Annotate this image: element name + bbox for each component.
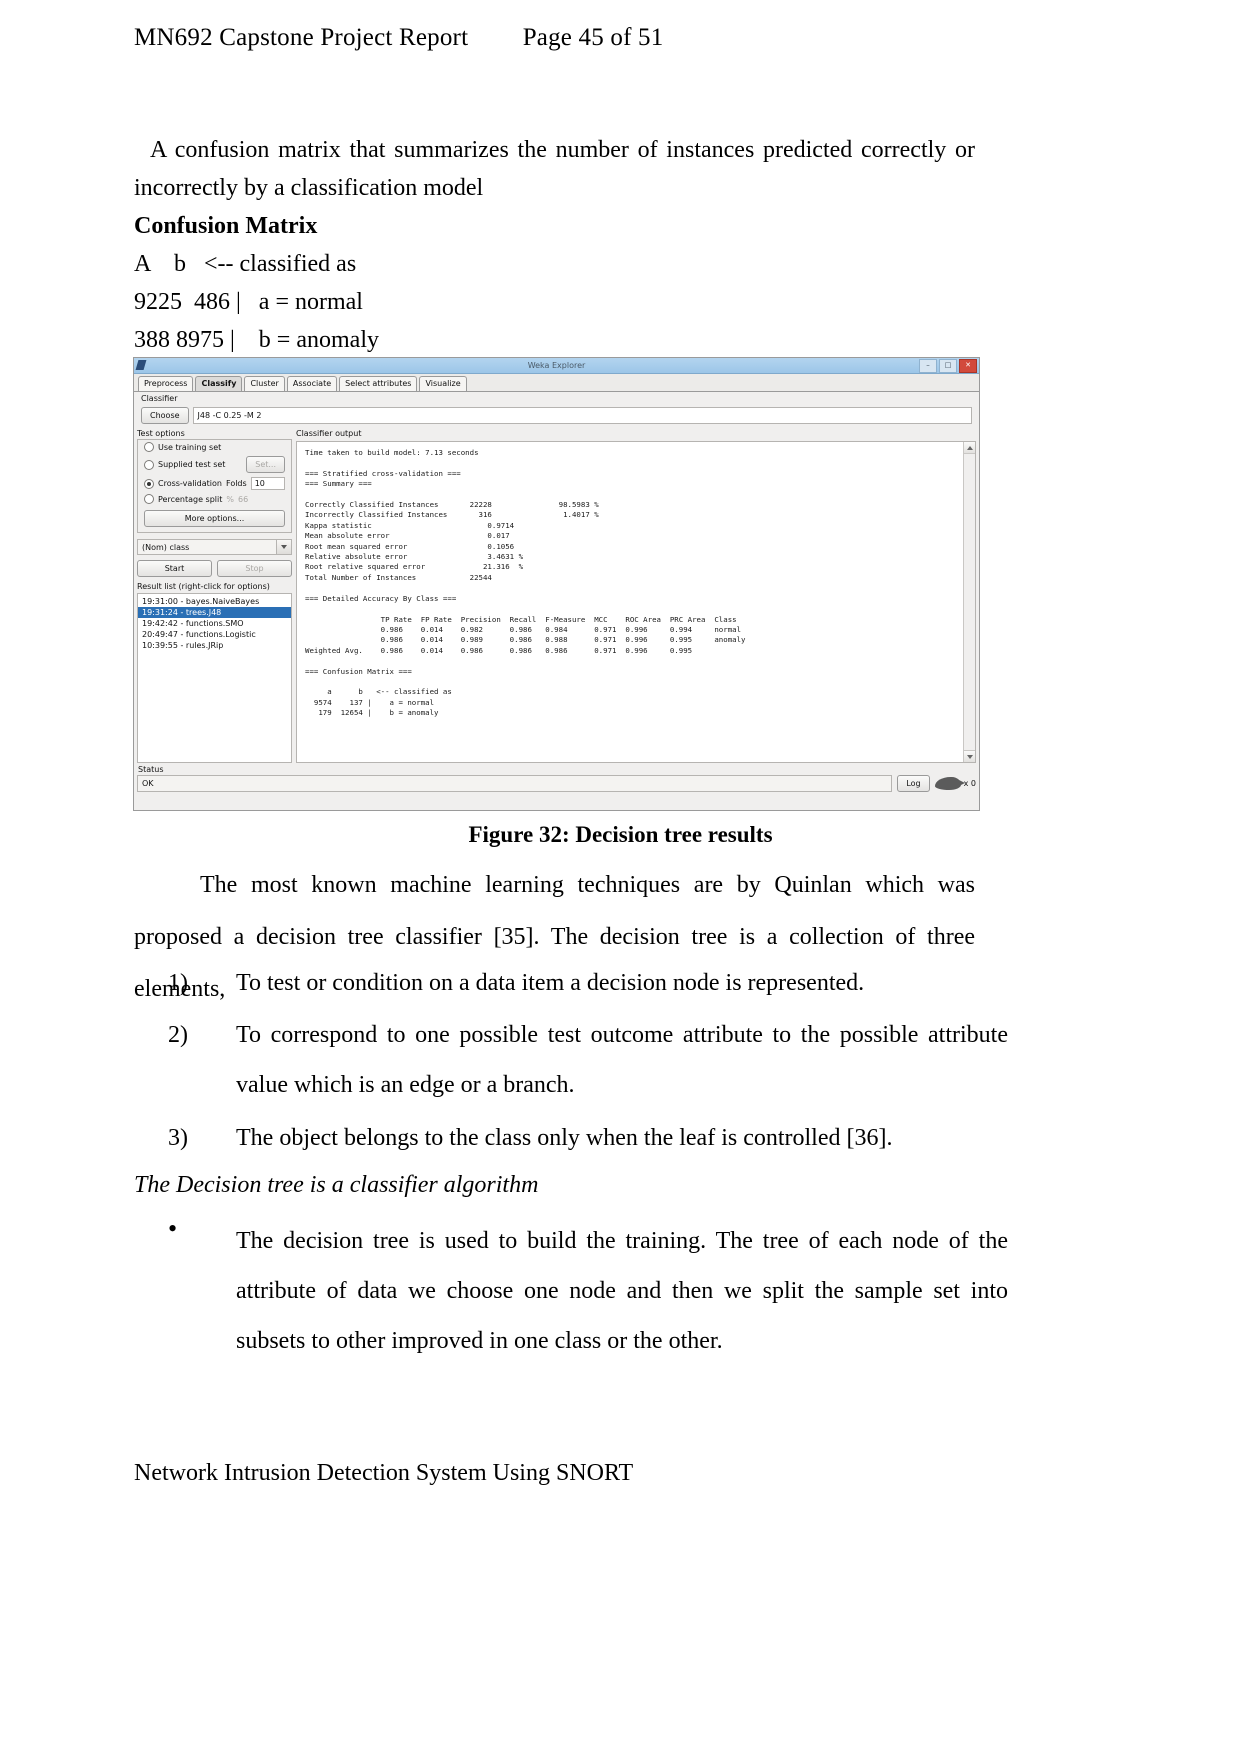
window-title: Weka Explorer [527,361,586,370]
list-item-2-number: 2) [168,1022,188,1048]
list-item-2: 2) To correspond to one possible test ou… [168,1010,1008,1110]
tab-classify[interactable]: Classify [195,376,243,391]
result-item-jrip[interactable]: 10:39:55 - rules.JRip [138,640,291,651]
bullet-item: • The decision tree is used to build the… [168,1214,1008,1366]
start-button[interactable]: Start [137,560,212,577]
weka-bird-icon [934,777,965,790]
tab-cluster[interactable]: Cluster [244,376,285,391]
option-cross-validation[interactable]: Cross-validation Folds 10 [138,475,291,492]
classifier-output-label: Classifier output [296,429,362,438]
classifier-section: Classifier Choose J48 -C 0.25 -M 2 [137,393,976,428]
classifier-choose-row[interactable]: Choose J48 -C 0.25 -M 2 [137,404,976,428]
list-item-1-number: 1) [168,970,188,996]
running-header: MN692 Capstone Project Report Page 45 of… [134,24,663,52]
label-folds: Folds [226,479,247,488]
start-stop-row[interactable]: Start Stop [137,560,292,577]
result-item-logistic[interactable]: 20:49:47 - functions.Logistic [138,629,291,640]
result-item-j48[interactable]: 19:31:24 - trees.J48 [138,607,291,618]
confusion-matrix-header-row: A b <-- classified as [134,251,357,277]
tab-select-attributes[interactable]: Select attributes [339,376,418,391]
italic-subheading: The Decision tree is a classifier algori… [134,1172,539,1198]
label-percentage-split: Percentage split [158,494,223,504]
running-task-count: x 0 [963,779,976,788]
list-item-1: 1) To test or condition on a data item a… [168,958,1008,1008]
radio-use-training-set[interactable] [144,442,154,452]
classifier-output-text: Time taken to build model: 7.13 seconds … [305,448,746,718]
report-title: MN692 Capstone Project Report [134,24,469,51]
page-number: Page 45 of 51 [522,24,664,51]
status-label: Status [138,765,164,774]
option-supplied-test-set[interactable]: Supplied test set Set... [138,454,291,475]
folds-input[interactable]: 10 [250,477,285,490]
close-icon[interactable]: ✕ [959,359,977,373]
log-button[interactable]: Log [897,775,930,792]
status-value: OK [137,775,893,792]
radio-cross-validation[interactable] [144,478,154,489]
result-list-label: Result list (right-click for options) [137,582,270,591]
output-scrollbar[interactable] [963,442,975,762]
confusion-matrix-row-a: 9225 486 | a = normal [134,289,363,315]
list-item-1-text: To test or condition on a data item a de… [236,970,865,996]
maximize-icon[interactable]: □ [939,359,957,373]
option-percentage-split[interactable]: Percentage split % 66 [138,492,291,506]
minimize-icon[interactable]: – [919,359,937,373]
list-item-3-number: 3) [168,1125,188,1151]
classifier-value-field[interactable]: J48 -C 0.25 -M 2 [192,407,972,424]
weka-bird-indicator: x 0 [934,777,976,790]
result-item-naivebayes[interactable]: 19:31:00 - bayes.NaiveBayes [138,596,291,607]
set-button[interactable]: Set... [246,456,285,473]
scroll-down-icon[interactable] [964,750,975,762]
list-item-3: 3) The object belongs to the class only … [168,1113,1008,1163]
explorer-tabs[interactable]: Preprocess Classify Cluster Associate Se… [134,374,979,392]
bullet-icon: • [168,1214,178,1243]
intro-text: A confusion matrix that summarizes the n… [134,137,975,201]
label-percent-symbol: % [226,494,234,504]
list-item-2-text: To correspond to one possible test outco… [236,1022,1008,1098]
stop-button: Stop [217,560,292,577]
left-column: Test options Use training set Supplied t… [137,428,292,763]
status-row: OK Log x 0 [137,775,976,792]
label-use-training-set: Use training set [158,442,222,452]
class-attribute-value: (Nom) class [142,542,190,552]
intro-paragraph: A confusion matrix that summarizes the n… [134,131,975,207]
tab-preprocess[interactable]: Preprocess [138,376,194,391]
bullet-text: The decision tree is used to build the t… [236,1228,1008,1354]
label-supplied-test-set: Supplied test set [158,460,226,469]
test-options-group[interactable]: Use training set Supplied test set Set..… [137,439,292,533]
option-use-training-set[interactable]: Use training set [138,440,291,454]
label-cross-validation: Cross-validation [158,479,222,488]
right-column: Classifier output Time taken to build mo… [296,428,976,763]
classifier-section-label: Classifier [141,394,178,403]
figure-caption: Figure 32: Decision tree results [468,822,773,847]
choose-button[interactable]: Choose [141,407,189,424]
scroll-up-icon[interactable] [964,442,975,454]
list-item-3-text: The object belongs to the class only whe… [236,1125,893,1151]
status-section: Status OK Log x 0 [134,763,979,795]
percent-split-value[interactable]: 66 [238,495,248,504]
classify-body: Test options Use training set Supplied t… [134,428,979,763]
window-title-bar: Weka Explorer – □ ✕ [134,358,979,374]
test-options-label: Test options [137,429,185,438]
document-page: MN692 Capstone Project Report Page 45 of… [0,0,1241,1754]
confusion-matrix-heading: Confusion Matrix [134,213,318,239]
radio-supplied-test-set[interactable] [144,459,154,470]
result-list[interactable]: 19:31:00 - bayes.NaiveBayes 19:31:24 - t… [137,593,292,763]
page-footer: Network Intrusion Detection System Using… [134,1460,634,1486]
classifier-output-panel[interactable]: Time taken to build model: 7.13 seconds … [296,441,976,763]
tab-associate[interactable]: Associate [286,376,338,391]
weka-explorer-window[interactable]: Weka Explorer – □ ✕ Preprocess Classify … [133,357,980,811]
window-controls[interactable]: – □ ✕ [919,359,977,373]
confusion-matrix-row-b: 388 8975 | b = anomaly [134,327,379,353]
tab-visualize[interactable]: Visualize [419,376,467,391]
chevron-down-icon[interactable] [276,540,291,554]
radio-percentage-split[interactable] [144,494,154,504]
more-options-button[interactable]: More options... [144,510,285,527]
more-options-row[interactable]: More options... [144,510,285,527]
result-item-smo[interactable]: 19:42:42 - functions.SMO [138,618,291,629]
class-attribute-combo[interactable]: (Nom) class [137,539,292,555]
